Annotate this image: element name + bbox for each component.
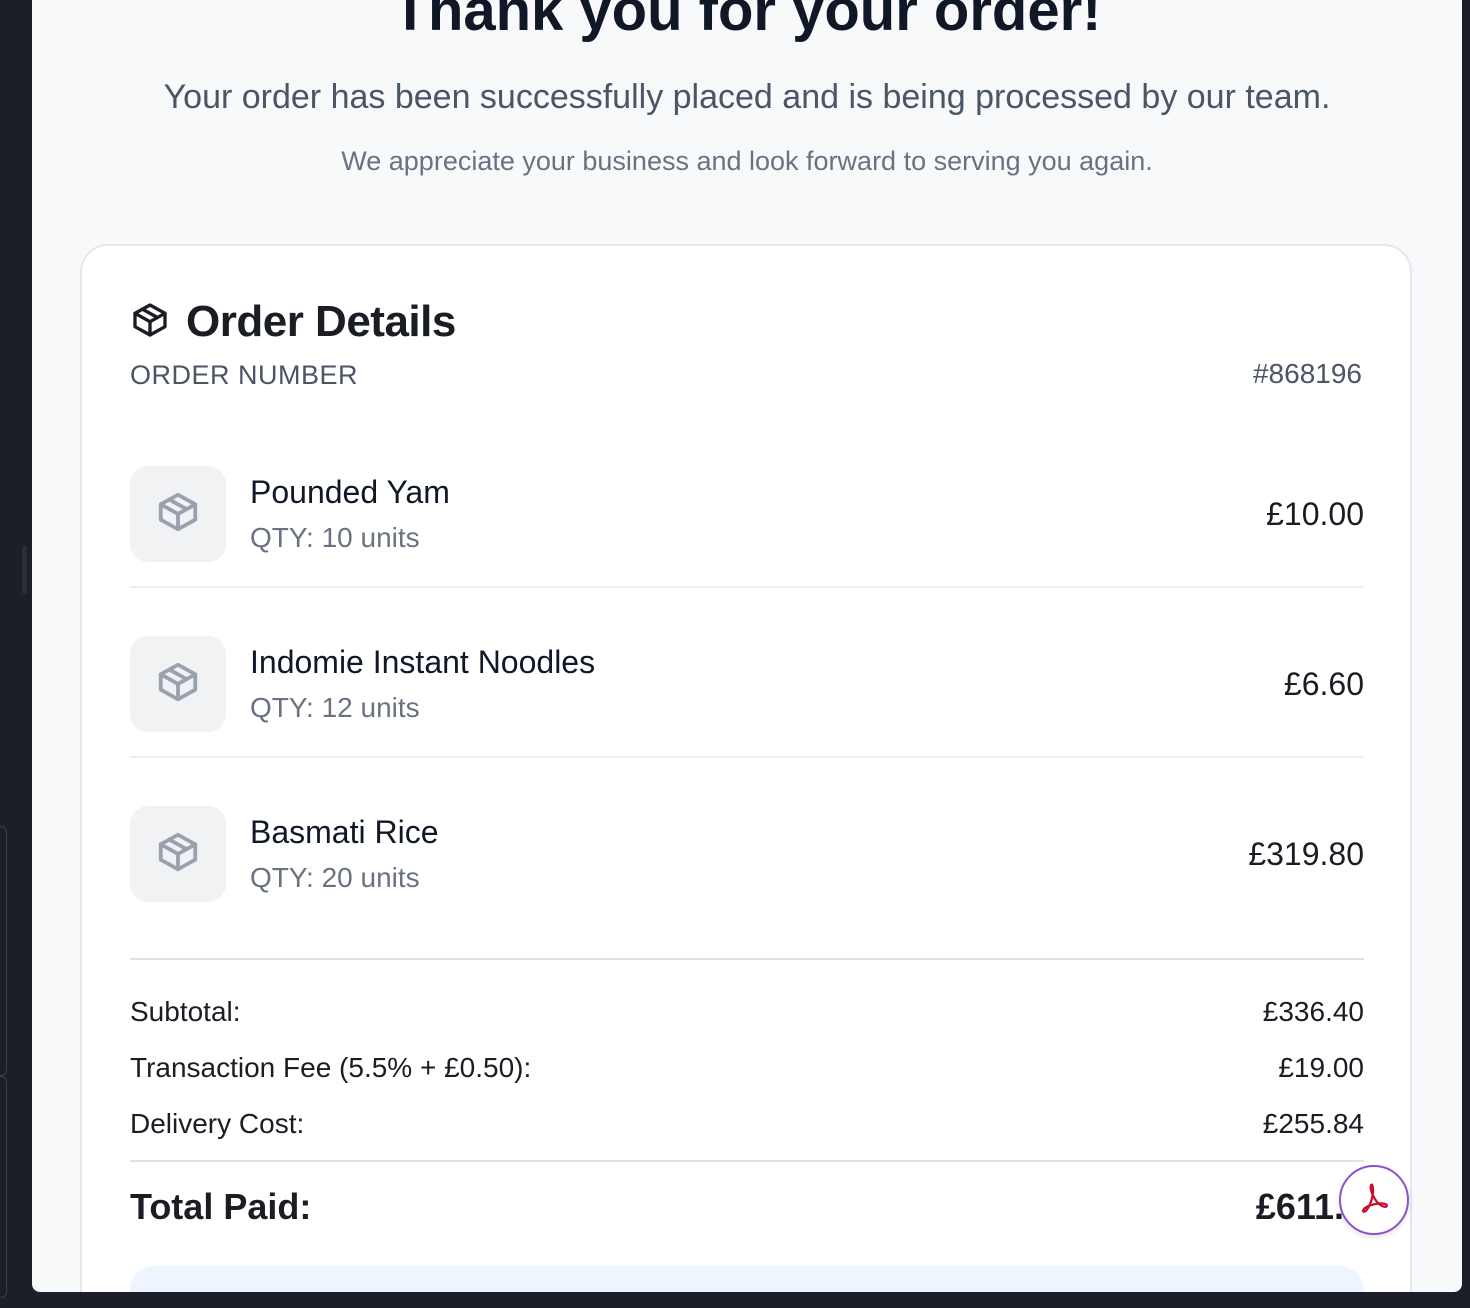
order-item: Pounded Yam QTY: 10 units £10.00 [130, 466, 1364, 562]
order-item: Indomie Instant Noodles QTY: 12 units £6… [130, 636, 1364, 732]
delivery-cost-label: Delivery Cost: [130, 1108, 305, 1139]
item-quantity: QTY: 10 units [250, 522, 420, 553]
order-details-card: Order Details ORDER NUMBER #868196 Pound… [80, 244, 1412, 1292]
subtotal-value: £336.40 [1262, 996, 1364, 1027]
item-thumbnail [130, 466, 226, 562]
package-icon [155, 489, 201, 540]
total-divider [130, 1160, 1364, 1162]
background-panel-edge [0, 826, 7, 1076]
delivery-cost-row: Delivery Cost: £255.84 [130, 1108, 1364, 1142]
total-paid-row: Total Paid: £611.2 [130, 1186, 1364, 1230]
info-box [130, 1266, 1364, 1292]
order-details-title: Order Details [186, 297, 456, 346]
appreciation-text: We appreciate your business and look for… [341, 146, 1153, 176]
transaction-fee-label: Transaction Fee (5.5% + £0.50): [130, 1052, 532, 1083]
item-price: £319.80 [1248, 836, 1364, 872]
item-thumbnail [130, 806, 226, 902]
item-name: Basmati Rice [250, 814, 439, 850]
item-name: Indomie Instant Noodles [250, 644, 596, 680]
pdf-download-button[interactable] [1339, 1165, 1409, 1235]
order-item: Basmati Rice QTY: 20 units £319.80 [130, 806, 1364, 902]
summary-divider [130, 958, 1364, 960]
total-paid-label: Total Paid: [130, 1186, 312, 1227]
order-number-value: #868196 [1252, 358, 1362, 389]
item-price: £10.00 [1266, 496, 1364, 532]
item-quantity: QTY: 12 units [250, 692, 420, 723]
item-name: Pounded Yam [250, 474, 450, 510]
item-price: £6.60 [1283, 666, 1364, 702]
package-icon [155, 829, 201, 880]
item-divider [130, 756, 1364, 758]
package-icon [130, 300, 170, 345]
acrobat-pdf-icon [1355, 1179, 1393, 1222]
transaction-fee-row: Transaction Fee (5.5% + £0.50): £19.00 [130, 1052, 1364, 1086]
package-icon [155, 659, 201, 710]
edge-handle[interactable] [22, 546, 27, 594]
page-title: Thank you for your order! [392, 0, 1102, 43]
subtotal-row: Subtotal: £336.40 [130, 996, 1364, 1030]
subtotal-label: Subtotal: [130, 996, 241, 1027]
item-quantity: QTY: 20 units [250, 862, 420, 893]
delivery-cost-value: £255.84 [1262, 1108, 1364, 1139]
background-panel-edge [0, 1076, 7, 1298]
item-divider [130, 586, 1364, 588]
order-confirmation-panel: Thank you for your order! Your order has… [32, 0, 1462, 1292]
order-details-header: Order Details [130, 294, 456, 350]
item-thumbnail [130, 636, 226, 732]
transaction-fee-value: £19.00 [1278, 1052, 1364, 1083]
page-subtitle: Your order has been successfully placed … [163, 78, 1331, 116]
order-number-label: ORDER NUMBER [130, 360, 359, 390]
